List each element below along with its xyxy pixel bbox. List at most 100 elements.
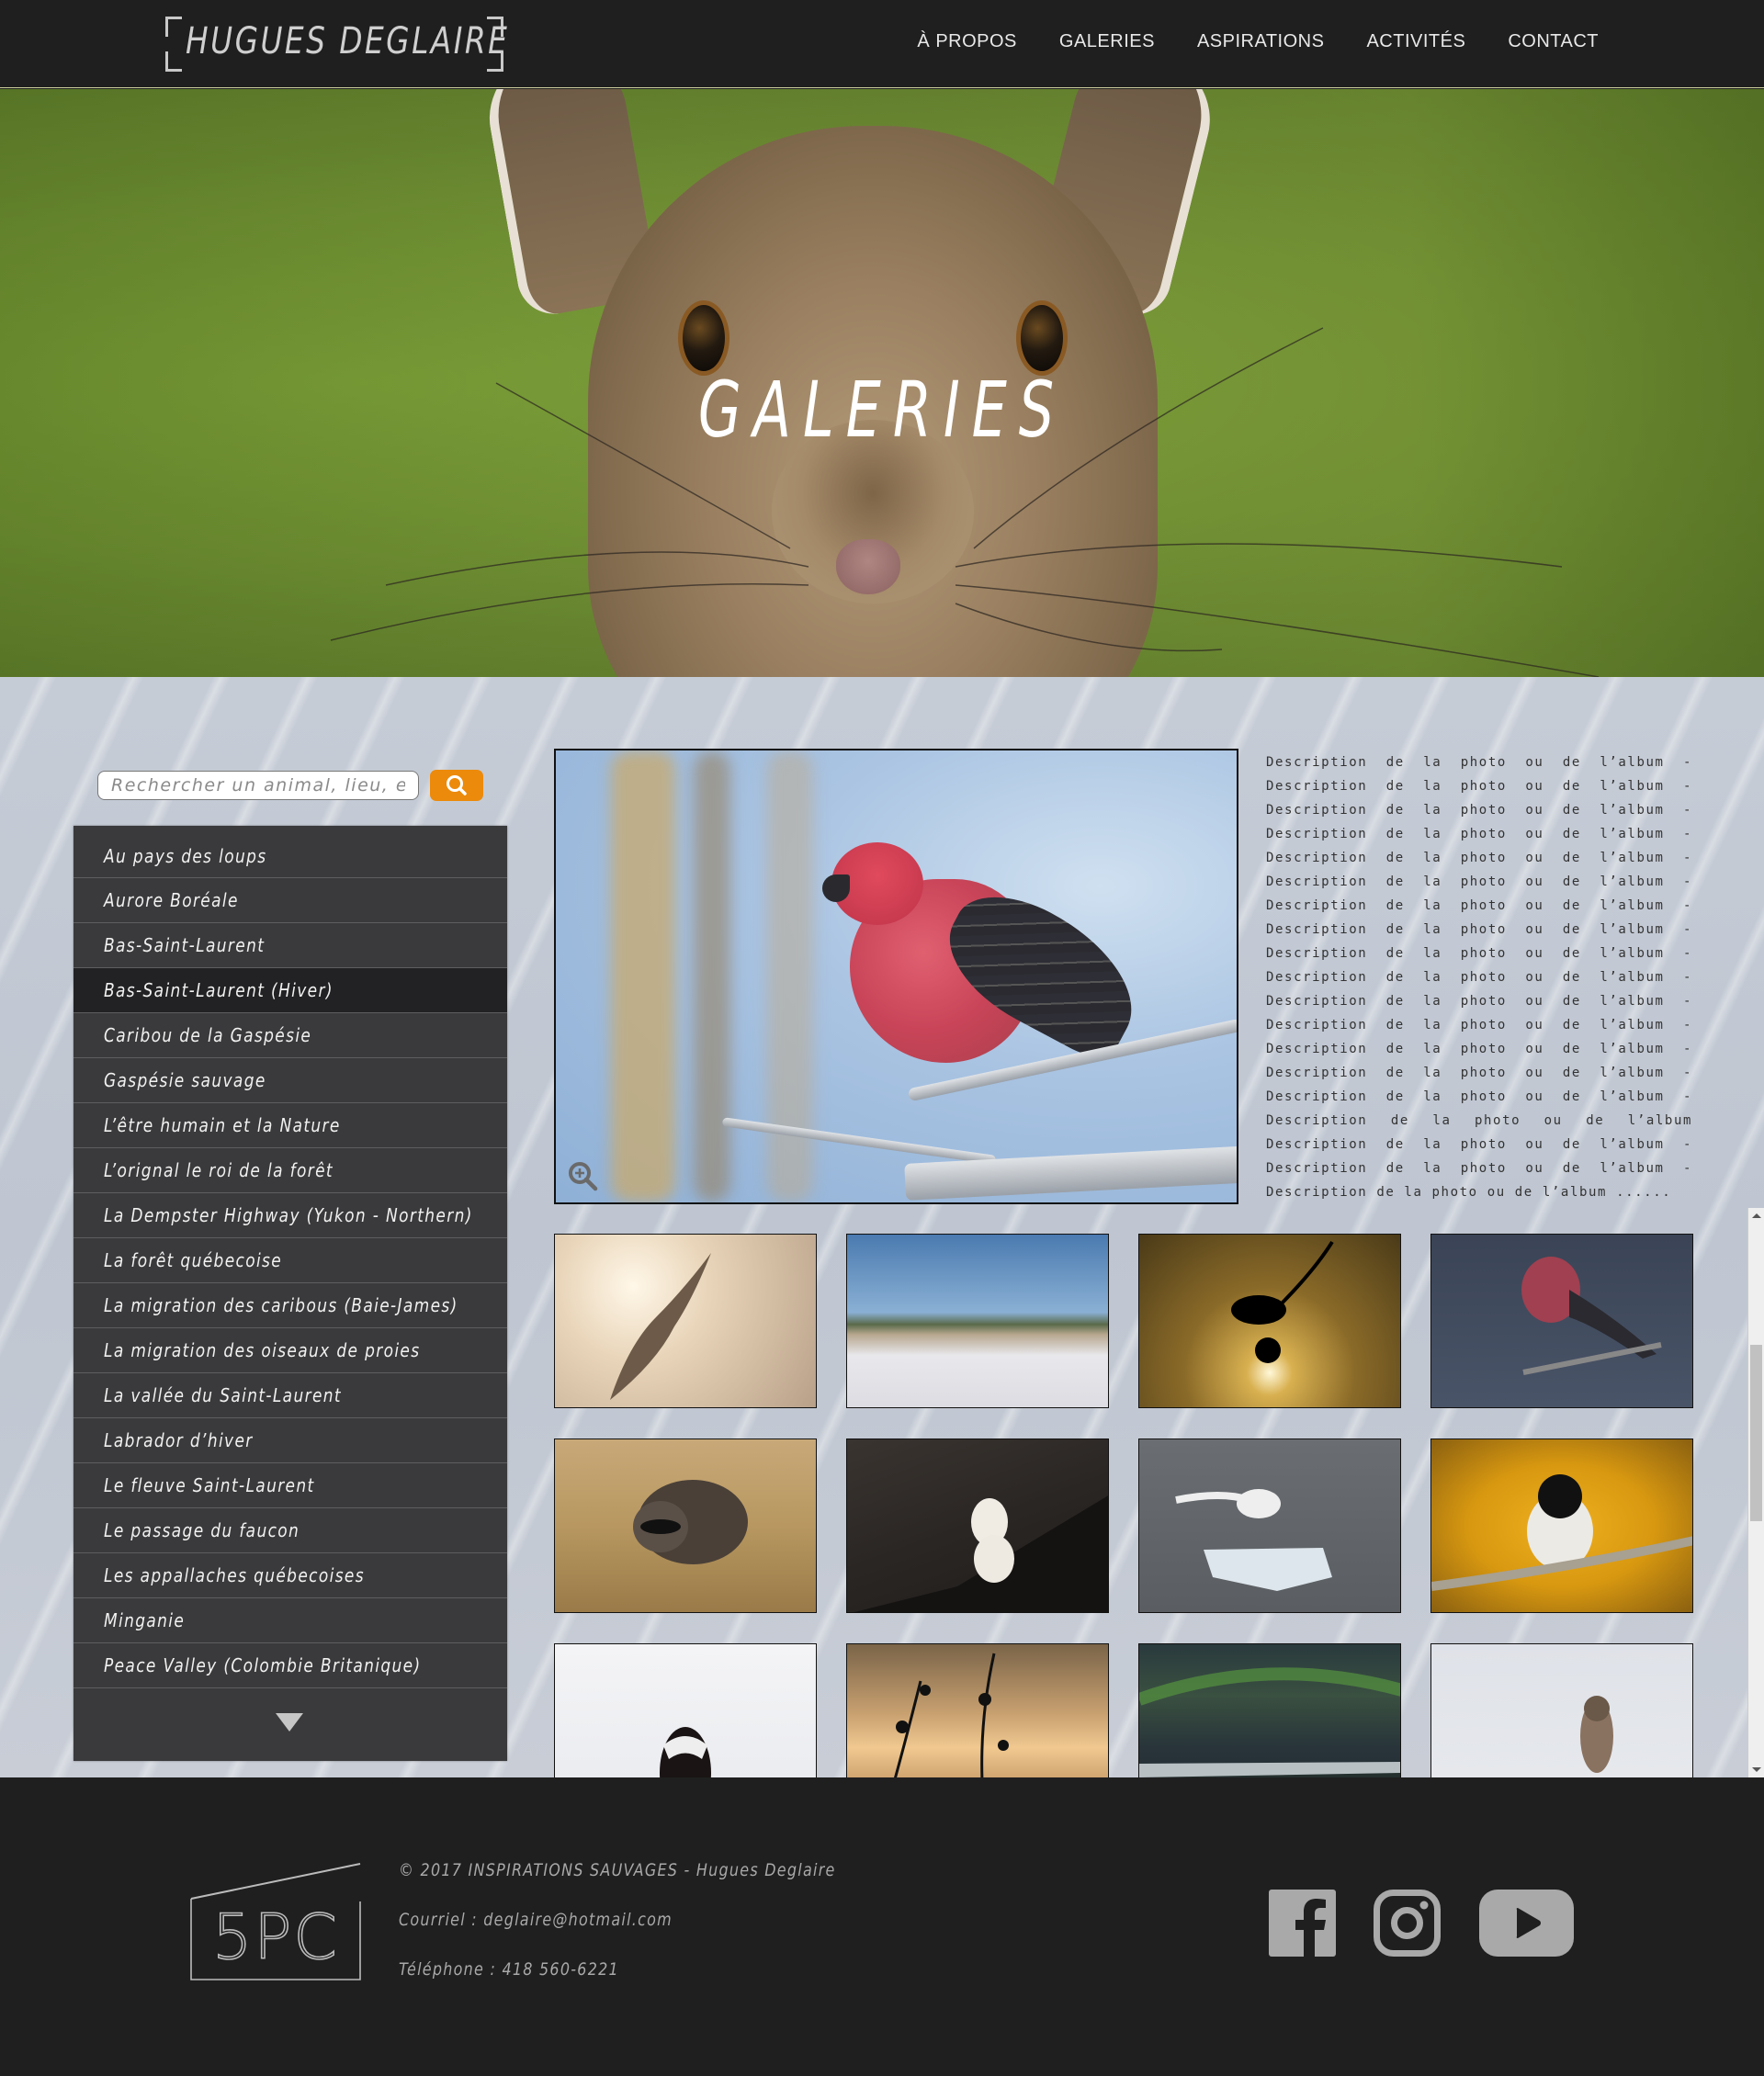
thumbnail[interactable] [1430,1234,1693,1408]
footer-contact-info: © 2017 INSPIRATIONS SAUVAGES - Hugues De… [399,1860,919,2009]
nav-item-activites[interactable]: ACTIVITÉS [1366,31,1465,52]
thumbnail[interactable] [846,1234,1109,1408]
logo-text: HUGUES DEGLAIRE [186,20,510,62]
thumbnail-image [1431,1644,1692,1777]
gallery-list-item[interactable]: L’orignal le roi de la forêt [74,1148,507,1193]
search-icon [447,775,467,795]
gallery-list-item-label: La Dempster Highway (Yukon - Northern) [104,1204,473,1226]
gallery-list-item-label: Caribou de la Gaspésie [104,1024,312,1046]
site-logo[interactable]: HUGUES DEGLAIRE [165,15,507,72]
scroll-down-icon[interactable] [1752,1767,1761,1772]
gallery-list-item-label: Labrador d’hiver [104,1429,254,1451]
gallery-list-item-label: Le fleuve Saint-Laurent [104,1474,315,1496]
thumbnail[interactable] [846,1439,1109,1613]
footer: 5PC © 2017 INSPIRATIONS SAUVAGES - Hugue… [0,1777,1764,2076]
page-title: GALERIES [697,365,1067,455]
gallery-list-item[interactable]: La migration des oiseaux de proies [74,1328,507,1373]
gallery-list-item[interactable]: Peace Valley (Colombie Britanique) [74,1643,507,1688]
gallery-list-item[interactable]: Aurore Boréale [74,878,507,923]
thumbnail-image [847,1439,1108,1612]
photo-description: Description de la photo ou de l’album - … [1266,755,1692,1200]
photo-bokeh [694,750,730,1202]
chevron-down-icon[interactable] [276,1713,303,1732]
gallery-list-item-label: Minganie [104,1609,186,1631]
gallery-list-item-label: Au pays des loups [104,845,267,867]
thumbnail-image [555,1235,816,1407]
thumbnail-scrollbar[interactable] [1747,1208,1764,1777]
gallery-list: Au pays des loups Aurore Boréale Bas-Saint… [74,826,507,1761]
gallery-list-item-label: La migration des oiseaux de proies [104,1339,421,1361]
gallery-list-item-label: Gaspésie sauvage [104,1069,266,1091]
footer-email[interactable]: Courriel : deglaire@hotmail.com [399,1910,836,1959]
gallery-list-item[interactable]: Le passage du faucon [74,1508,507,1553]
thumbnail[interactable] [1138,1643,1401,1777]
instagram-link[interactable] [1374,1890,1441,1960]
nav-item-aspirations[interactable]: ASPIRATIONS [1197,31,1325,52]
gallery-list-item-label: L’orignal le roi de la forêt [104,1159,334,1181]
gallery-list-item-label: Les appallaches québecoises [104,1564,365,1586]
gallery-list-items: Au pays des loups Aurore Boréale Bas-Saint… [74,826,507,1688]
gallery-list-item-label: La migration des caribous (Baie-James) [104,1294,458,1316]
gallery-list-item[interactable]: Au pays des loups [74,826,507,878]
gallery-list-item[interactable]: La migration des caribous (Baie-James) [74,1283,507,1328]
gallery-list-item[interactable]: Bas-Saint-Laurent [74,923,507,968]
thumbnail-image [1139,1235,1400,1407]
gallery-list-item[interactable]: Minganie [74,1598,507,1643]
search-button[interactable] [430,770,483,801]
gallery-list-item[interactable]: Caribou de la Gaspésie [74,1013,507,1058]
gallery-list-item[interactable]: La forêt québecoise [74,1238,507,1283]
hero-banner: GALERIES [0,89,1764,677]
thumbnail-image [1431,1235,1692,1407]
gallery-list-item[interactable]: L’être humain et la Nature [74,1103,507,1148]
facebook-link[interactable] [1269,1890,1336,1960]
nav-item-galeries[interactable]: GALERIES [1059,31,1155,52]
thumbnail-image [847,1644,1108,1777]
thumbnail[interactable] [1430,1439,1693,1613]
zoom-in-icon[interactable] [567,1160,600,1193]
top-navigation-bar: HUGUES DEGLAIRE À PROPOS GALERIES ASPIRA… [0,0,1764,88]
scroll-up-icon[interactable] [1752,1213,1761,1218]
photo-bird-beak [822,874,850,902]
nav-item-a-propos[interactable]: À PROPOS [917,31,1016,52]
thumbnail[interactable] [1138,1234,1401,1408]
featured-photo[interactable] [554,749,1238,1204]
gallery-list-item-label: Le passage du faucon [104,1519,300,1541]
facebook-icon [1269,1890,1336,1957]
gallery-list-item-label: L’être humain et la Nature [104,1114,341,1136]
gallery-list-item-label: Bas-Saint-Laurent (Hiver) [104,979,334,1001]
gallery-list-item-label: Bas-Saint-Laurent [104,934,266,956]
search-input[interactable] [97,771,419,800]
gallery-list-item-label: Peace Valley (Colombie Britanique) [104,1654,422,1676]
gallery-list-item[interactable]: Le fleuve Saint-Laurent [74,1463,507,1508]
thumbnail-image [1139,1644,1400,1777]
thumbnail-image [555,1644,816,1777]
gallery-list-item[interactable]: La Dempster Highway (Yukon - Northern) [74,1193,507,1238]
gallery-section: Au pays des loups Aurore Boréale Bas-Saint… [0,677,1764,1777]
thumbnail[interactable] [554,1439,817,1613]
logo-bracket [165,17,182,37]
thumbnail[interactable] [1430,1643,1693,1777]
gallery-list-item[interactable]: Labrador d’hiver [74,1418,507,1463]
thumbnail[interactable] [554,1234,817,1408]
scrollbar-thumb[interactable] [1750,1345,1762,1521]
gallery-list-item-label: Aurore Boréale [104,889,239,911]
logo-bracket [165,51,182,72]
main-nav: À PROPOS GALERIES ASPIRATIONS ACTIVITÉS … [917,31,1599,52]
photo-bokeh [611,750,675,1202]
youtube-link[interactable] [1479,1890,1574,1960]
gallery-list-item[interactable]: Les appallaches québecoises [74,1553,507,1598]
nav-item-contact[interactable]: CONTACT [1508,31,1599,52]
footer-logo-5pc: 5PC [190,1863,361,1980]
instagram-icon [1374,1890,1441,1957]
youtube-icon [1479,1890,1574,1957]
thumbnail-image [1431,1439,1692,1612]
thumbnail[interactable] [1138,1439,1401,1613]
thumbnail[interactable] [554,1643,817,1777]
gallery-list-item[interactable]: Gaspésie sauvage [74,1058,507,1103]
footer-logo-text: 5PC [212,1901,339,1974]
thumbnail[interactable] [846,1643,1109,1777]
gallery-list-item-label: La vallée du Saint-Laurent [104,1384,342,1406]
gallery-list-item[interactable]: Bas-Saint-Laurent (Hiver) [74,968,507,1013]
footer-phone: Téléphone : 418 560-6221 [399,1959,619,1980]
gallery-list-item[interactable]: La vallée du Saint-Laurent [74,1373,507,1418]
